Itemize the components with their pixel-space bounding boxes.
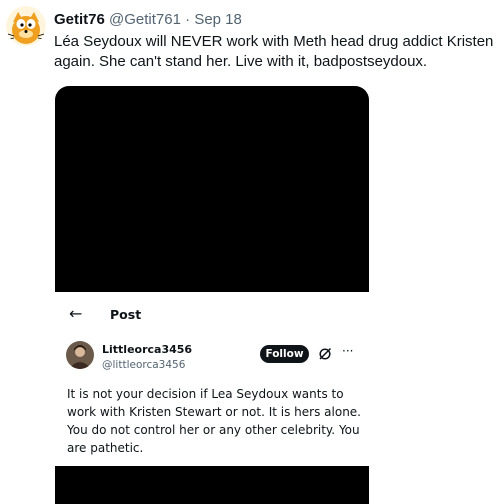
user-avatar[interactable] — [6, 6, 46, 46]
embedded-page-title: Post — [110, 307, 142, 322]
embedded-post-screenshot: ← Post Littleorca3456 @littleorca3456 Fo… — [55, 292, 369, 466]
embedded-post-text: It is not your decision if Lea Seydoux w… — [67, 387, 361, 455]
meta-separator: · — [180, 11, 195, 28]
back-arrow-icon: ← — [69, 304, 83, 323]
tweet-text: Léa Seydoux will NEVER work with Meth he… — [54, 33, 494, 70]
grok-icon — [319, 347, 332, 360]
author-handle[interactable]: @Getit761 — [109, 11, 181, 28]
embedded-avatar — [66, 341, 94, 369]
tweet-header: Getit76 @Getit761 · Sep 18 — [54, 11, 242, 29]
more-options-icon: ··· — [342, 344, 354, 358]
follow-button: Follow — [260, 345, 309, 363]
tweet-media-image[interactable]: ← Post Littleorca3456 @littleorca3456 Fo… — [55, 86, 369, 504]
profile-photo-icon — [66, 341, 94, 369]
embedded-author-name: Littleorca3456 — [102, 343, 193, 356]
tweet-date[interactable]: Sep 18 — [194, 11, 242, 28]
cat-avatar-icon — [6, 6, 46, 46]
author-name[interactable]: Getit76 — [54, 11, 105, 28]
embedded-author-handle: @littleorca3456 — [102, 359, 186, 371]
